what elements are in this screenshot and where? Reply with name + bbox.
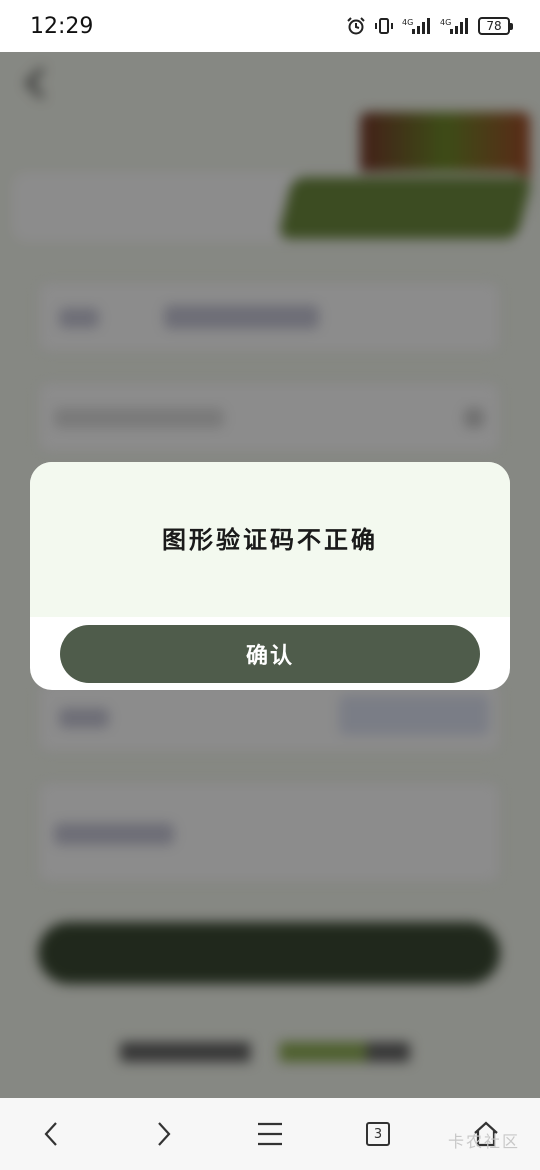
dialog-body: 图形验证码不正确 (30, 462, 510, 617)
nav-tabs-button[interactable]: 3 (348, 1098, 408, 1170)
alert-dialog: 图形验证码不正确 确认 (30, 462, 510, 690)
status-time: 12:29 (30, 13, 94, 39)
signal-label-2: 4G (440, 18, 451, 27)
tabs-icon: 3 (366, 1122, 390, 1146)
signal-label-1: 4G (402, 18, 413, 27)
watermark: 卡农社区 (448, 1132, 521, 1151)
menu-icon (258, 1122, 282, 1146)
battery-icon: 78 (478, 17, 513, 35)
confirm-button[interactable]: 确认 (60, 625, 480, 683)
nav-forward-button[interactable] (133, 1098, 193, 1170)
status-bar: 12:29 4G 4G 78 (0, 0, 540, 52)
vibrate-icon (374, 16, 394, 36)
signal-icon: 4G (402, 16, 432, 36)
nav-menu-button[interactable] (240, 1098, 300, 1170)
back-arrow-icon (44, 1122, 57, 1146)
signal-icon-2: 4G (440, 16, 470, 36)
dialog-message: 图形验证码不正确 (162, 526, 378, 554)
status-icons: 4G 4G 78 (346, 16, 513, 36)
forward-arrow-icon (158, 1122, 171, 1146)
alarm-icon (346, 16, 366, 36)
nav-back-button[interactable] (22, 1098, 82, 1170)
